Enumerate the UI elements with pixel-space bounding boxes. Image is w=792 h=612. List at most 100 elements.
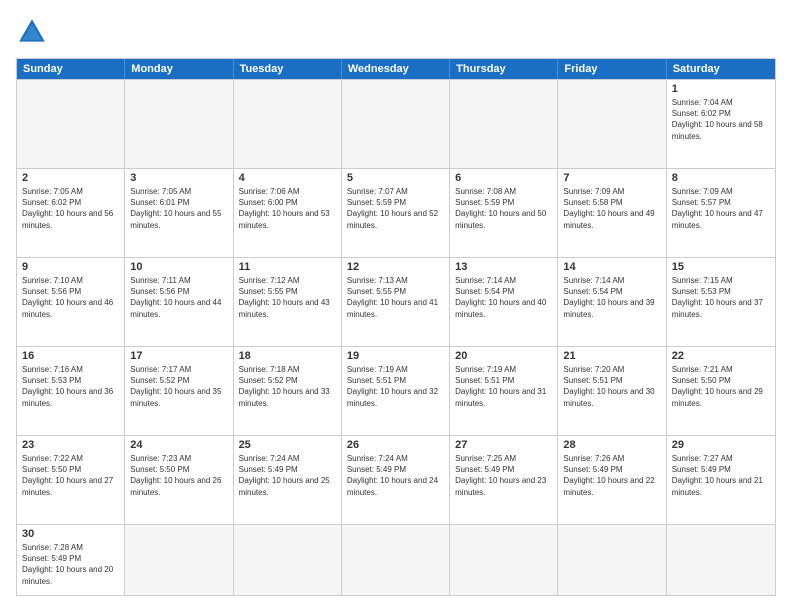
sun-info: Sunrise: 7:13 AM Sunset: 5:55 PM Dayligh… xyxy=(347,275,444,320)
day-number: 23 xyxy=(22,439,119,451)
cal-cell: 19 Sunrise: 7:19 AM Sunset: 5:51 PM Dayli… xyxy=(342,347,450,435)
sun-info: Sunrise: 7:08 AM Sunset: 5:59 PM Dayligh… xyxy=(455,186,552,231)
day-number: 29 xyxy=(672,439,770,451)
day-number: 16 xyxy=(22,350,119,362)
sun-info: Sunrise: 7:14 AM Sunset: 5:54 PM Dayligh… xyxy=(455,275,552,320)
logo-icon xyxy=(16,16,48,48)
cal-cell xyxy=(342,80,450,168)
cal-cell: 24 Sunrise: 7:23 AM Sunset: 5:50 PM Dayli… xyxy=(125,436,233,524)
cal-cell: 12Sunrise: 7:13 AM Sunset: 5:55 PM Dayli… xyxy=(342,258,450,346)
cal-header-saturday: Saturday xyxy=(667,59,775,79)
cal-cell: 14 Sunrise: 7:14 AM Sunset: 5:54 PM Dayli… xyxy=(558,258,666,346)
sun-info: Sunrise: 7:16 AM Sunset: 5:53 PM Dayligh… xyxy=(22,364,119,409)
sun-info: Sunrise: 7:10 AM Sunset: 5:56 PM Dayligh… xyxy=(22,275,119,320)
cal-cell: 2 Sunrise: 7:05 AM Sunset: 6:02 PM Daylig… xyxy=(17,169,125,257)
cal-cell: 18 Sunrise: 7:18 AM Sunset: 5:52 PM Dayli… xyxy=(234,347,342,435)
sun-info: Sunrise: 7:09 AM Sunset: 5:58 PM Dayligh… xyxy=(563,186,660,231)
cal-cell: 23Sunrise: 7:22 AM Sunset: 5:50 PM Dayli… xyxy=(17,436,125,524)
day-number: 21 xyxy=(563,350,660,362)
logo xyxy=(16,16,52,48)
sun-info: Sunrise: 7:09 AM Sunset: 5:57 PM Dayligh… xyxy=(672,186,770,231)
cal-cell xyxy=(125,80,233,168)
sun-info: Sunrise: 7:19 AM Sunset: 5:51 PM Dayligh… xyxy=(455,364,552,409)
cal-cell xyxy=(667,525,775,595)
day-number: 7 xyxy=(563,172,660,184)
day-number: 13 xyxy=(455,261,552,273)
day-number: 18 xyxy=(239,350,336,362)
cal-cell xyxy=(558,525,666,595)
cal-cell: 7 Sunrise: 7:09 AM Sunset: 5:58 PM Daylig… xyxy=(558,169,666,257)
day-number: 4 xyxy=(239,172,336,184)
cal-cell: 17 Sunrise: 7:17 AM Sunset: 5:52 PM Dayli… xyxy=(125,347,233,435)
sun-info: Sunrise: 7:28 AM Sunset: 5:49 PM Dayligh… xyxy=(22,542,119,587)
cal-cell: 10Sunrise: 7:11 AM Sunset: 5:56 PM Dayli… xyxy=(125,258,233,346)
cal-cell xyxy=(342,525,450,595)
sun-info: Sunrise: 7:04 AM Sunset: 6:02 PM Dayligh… xyxy=(672,97,770,142)
day-number: 14 xyxy=(563,261,660,273)
day-number: 25 xyxy=(239,439,336,451)
cal-cell: 8 Sunrise: 7:09 AM Sunset: 5:57 PM Daylig… xyxy=(667,169,775,257)
day-number: 26 xyxy=(347,439,444,451)
day-number: 24 xyxy=(130,439,227,451)
cal-cell xyxy=(450,80,558,168)
cal-cell: 4 Sunrise: 7:06 AM Sunset: 6:00 PM Daylig… xyxy=(234,169,342,257)
day-number: 1 xyxy=(672,83,770,95)
sun-info: Sunrise: 7:23 AM Sunset: 5:50 PM Dayligh… xyxy=(130,453,227,498)
sun-info: Sunrise: 7:24 AM Sunset: 5:49 PM Dayligh… xyxy=(347,453,444,498)
cal-cell: 11Sunrise: 7:12 AM Sunset: 5:55 PM Dayli… xyxy=(234,258,342,346)
day-number: 11 xyxy=(239,261,336,273)
cal-cell: 9Sunrise: 7:10 AM Sunset: 5:56 PM Daylig… xyxy=(17,258,125,346)
day-number: 20 xyxy=(455,350,552,362)
day-number: 2 xyxy=(22,172,119,184)
cal-cell xyxy=(450,525,558,595)
cal-cell xyxy=(234,80,342,168)
day-number: 30 xyxy=(22,528,119,540)
cal-cell: 22Sunrise: 7:21 AM Sunset: 5:50 PM Dayli… xyxy=(667,347,775,435)
sun-info: Sunrise: 7:15 AM Sunset: 5:53 PM Dayligh… xyxy=(672,275,770,320)
cal-cell xyxy=(558,80,666,168)
cal-header-monday: Monday xyxy=(125,59,233,79)
calendar-body: 1 Sunrise: 7:04 AM Sunset: 6:02 PM Daylig… xyxy=(17,79,775,595)
calendar-header-row: SundayMondayTuesdayWednesdayThursdayFrid… xyxy=(17,59,775,79)
cal-row-1: 2 Sunrise: 7:05 AM Sunset: 6:02 PM Daylig… xyxy=(17,168,775,257)
cal-cell: 6 Sunrise: 7:08 AM Sunset: 5:59 PM Daylig… xyxy=(450,169,558,257)
day-number: 8 xyxy=(672,172,770,184)
sun-info: Sunrise: 7:17 AM Sunset: 5:52 PM Dayligh… xyxy=(130,364,227,409)
cal-cell: 28Sunrise: 7:26 AM Sunset: 5:49 PM Dayli… xyxy=(558,436,666,524)
day-number: 27 xyxy=(455,439,552,451)
cal-cell: 25 Sunrise: 7:24 AM Sunset: 5:49 PM Dayli… xyxy=(234,436,342,524)
sun-info: Sunrise: 7:05 AM Sunset: 6:01 PM Dayligh… xyxy=(130,186,227,231)
cal-cell xyxy=(17,80,125,168)
sun-info: Sunrise: 7:14 AM Sunset: 5:54 PM Dayligh… xyxy=(563,275,660,320)
day-number: 15 xyxy=(672,261,770,273)
cal-header-thursday: Thursday xyxy=(450,59,558,79)
day-number: 6 xyxy=(455,172,552,184)
sun-info: Sunrise: 7:05 AM Sunset: 6:02 PM Dayligh… xyxy=(22,186,119,231)
cal-row-4: 23Sunrise: 7:22 AM Sunset: 5:50 PM Dayli… xyxy=(17,435,775,524)
day-number: 17 xyxy=(130,350,227,362)
cal-cell: 13 Sunrise: 7:14 AM Sunset: 5:54 PM Dayli… xyxy=(450,258,558,346)
cal-row-5: 30 Sunrise: 7:28 AM Sunset: 5:49 PM Dayli… xyxy=(17,524,775,595)
cal-cell: 26 Sunrise: 7:24 AM Sunset: 5:49 PM Dayli… xyxy=(342,436,450,524)
sun-info: Sunrise: 7:06 AM Sunset: 6:00 PM Dayligh… xyxy=(239,186,336,231)
cal-row-0: 1 Sunrise: 7:04 AM Sunset: 6:02 PM Daylig… xyxy=(17,79,775,168)
day-number: 28 xyxy=(563,439,660,451)
header xyxy=(16,16,776,48)
cal-cell: 27Sunrise: 7:25 AM Sunset: 5:49 PM Dayli… xyxy=(450,436,558,524)
sun-info: Sunrise: 7:18 AM Sunset: 5:52 PM Dayligh… xyxy=(239,364,336,409)
day-number: 10 xyxy=(130,261,227,273)
cal-header-sunday: Sunday xyxy=(17,59,125,79)
day-number: 22 xyxy=(672,350,770,362)
cal-cell: 1 Sunrise: 7:04 AM Sunset: 6:02 PM Daylig… xyxy=(667,80,775,168)
sun-info: Sunrise: 7:19 AM Sunset: 5:51 PM Dayligh… xyxy=(347,364,444,409)
cal-header-tuesday: Tuesday xyxy=(234,59,342,79)
cal-cell: 3Sunrise: 7:05 AM Sunset: 6:01 PM Daylig… xyxy=(125,169,233,257)
sun-info: Sunrise: 7:20 AM Sunset: 5:51 PM Dayligh… xyxy=(563,364,660,409)
cal-row-3: 16 Sunrise: 7:16 AM Sunset: 5:53 PM Dayli… xyxy=(17,346,775,435)
cal-cell: 20 Sunrise: 7:19 AM Sunset: 5:51 PM Dayli… xyxy=(450,347,558,435)
day-number: 19 xyxy=(347,350,444,362)
sun-info: Sunrise: 7:07 AM Sunset: 5:59 PM Dayligh… xyxy=(347,186,444,231)
day-number: 5 xyxy=(347,172,444,184)
sun-info: Sunrise: 7:24 AM Sunset: 5:49 PM Dayligh… xyxy=(239,453,336,498)
cal-cell xyxy=(125,525,233,595)
